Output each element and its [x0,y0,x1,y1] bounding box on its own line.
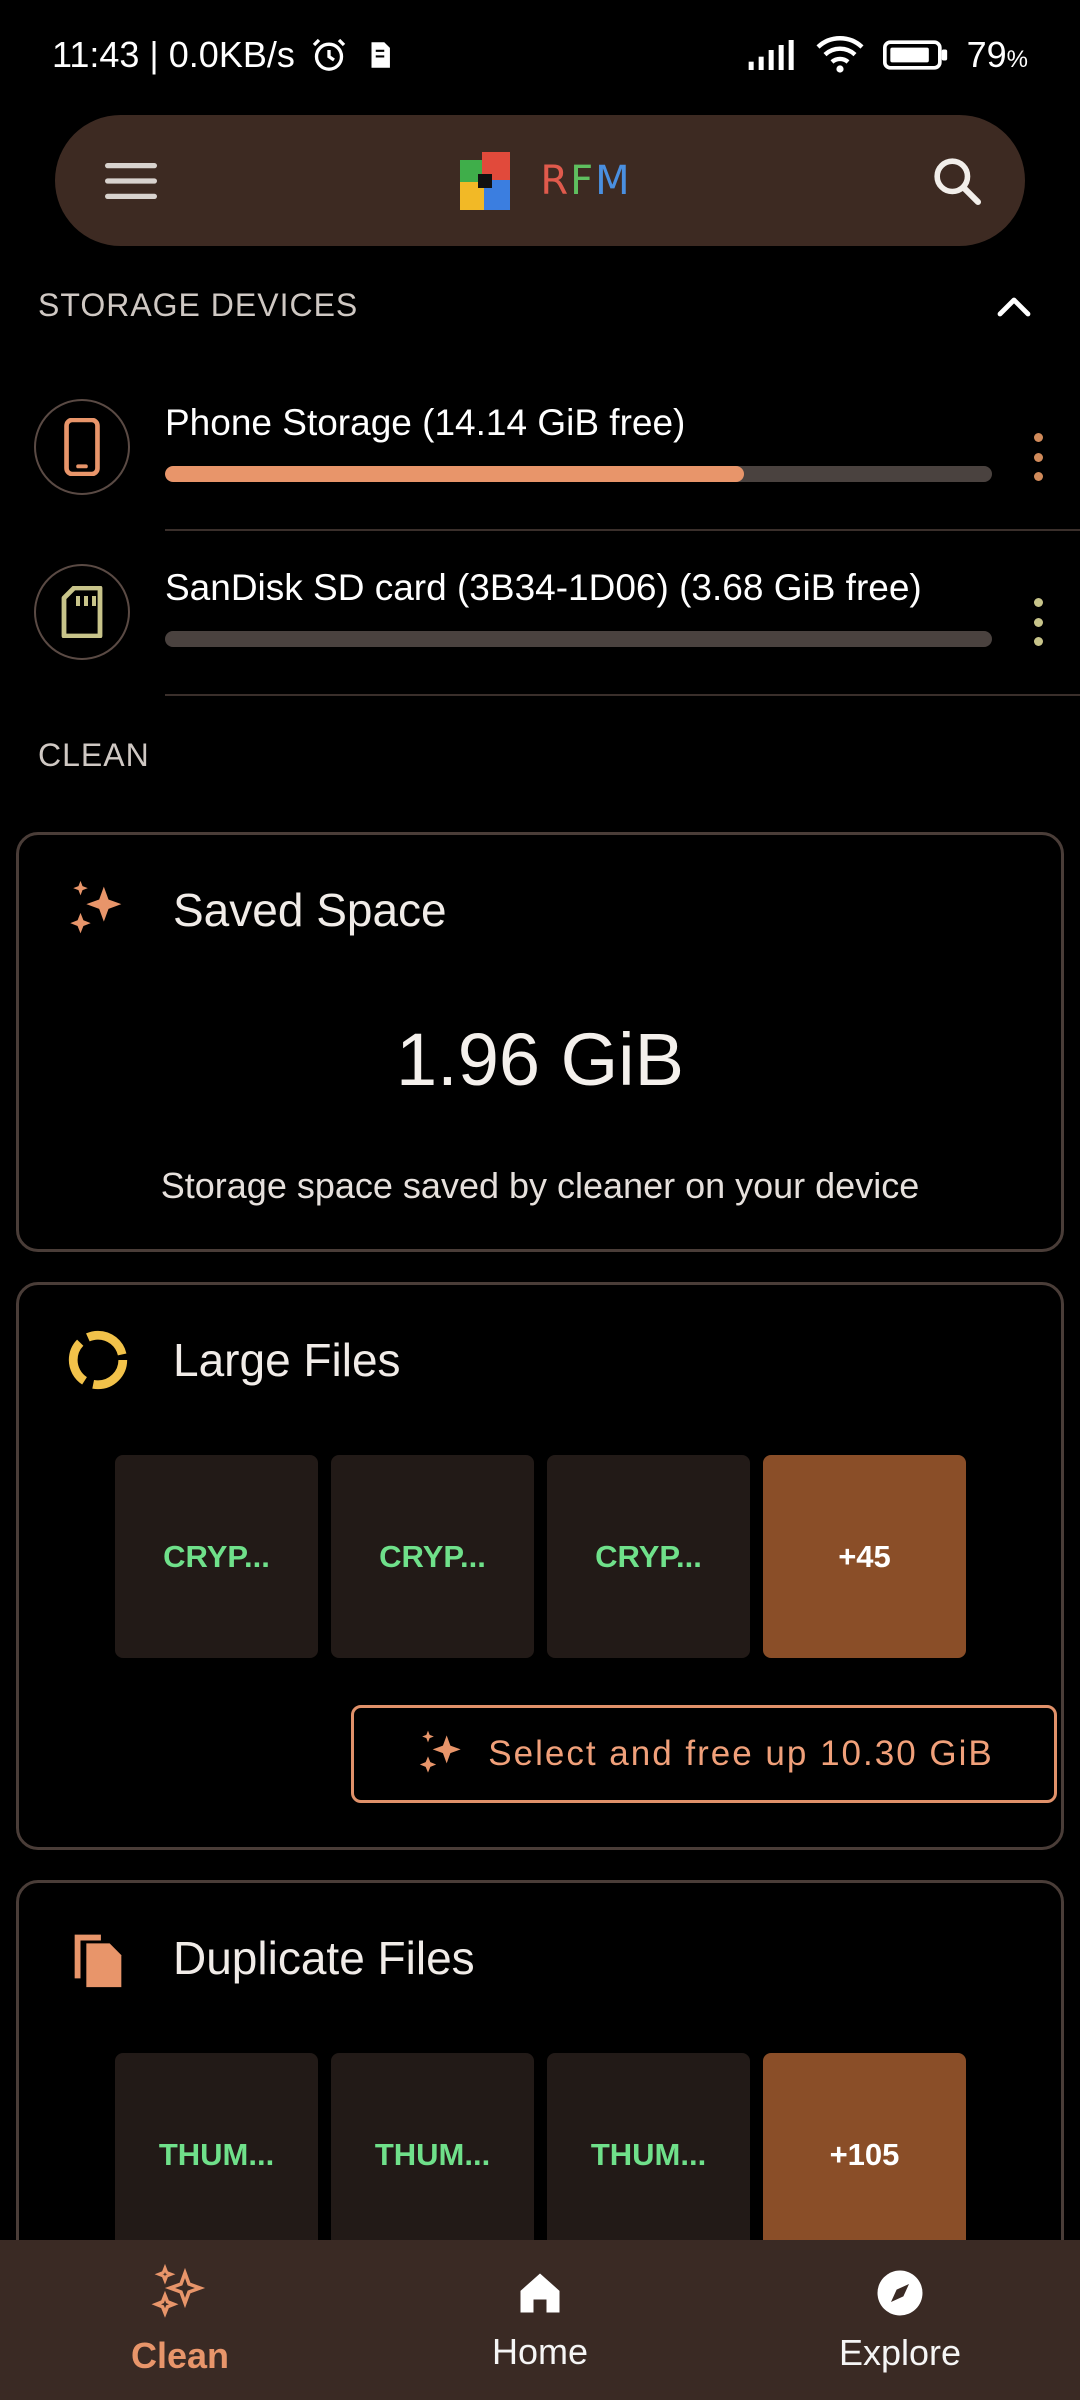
chevron-up-icon [996,294,1032,318]
wifi-icon [815,35,865,75]
file-tile[interactable]: THUM... [331,2053,534,2256]
battery-icon [882,38,949,72]
rfm-logo-icon [456,148,514,214]
nav-label: Explore [838,2332,962,2373]
app-logo: RFM [456,148,631,214]
hamburger-menu-icon[interactable] [103,159,159,203]
nav-label: Home [491,2331,589,2372]
duplicate-files-icon [63,1923,133,1993]
nav-item-clean[interactable]: Clean [0,2240,360,2400]
storage-device-phone[interactable]: Phone Storage (14.14 GiB free) [0,375,1080,525]
battery-level: 79% [966,34,1028,75]
file-notification-icon [363,38,397,72]
sparkles-icon [150,2263,210,2323]
large-files-card[interactable]: Large Files CRYP... CRYP... CRYP... +45 … [16,1282,1064,1850]
search-icon[interactable] [929,153,985,209]
home-icon [514,2267,566,2319]
storage-device-sd-card[interactable]: SanDisk SD card (3B34-1D06) (3.68 GiB fr… [0,540,1080,690]
app-name: RFM [540,157,632,204]
divider [165,529,1080,531]
storage-devices-header: STORAGE DEVICES [38,287,359,323]
large-files-ring-icon [63,1325,133,1395]
sparkles-icon [63,875,133,945]
file-tile[interactable]: THUM... [547,2053,750,2256]
nav-item-home[interactable]: Home [360,2240,720,2400]
storage-usage-bar [165,631,992,647]
alarm-icon [309,35,349,75]
more-options-icon[interactable] [1018,427,1058,487]
card-title: Saved Space [173,884,447,936]
file-tile[interactable]: THUM... [115,2053,318,2256]
more-files-tile[interactable]: +45 [763,1455,966,1658]
status-time-speed: 11:43 | 0.0KB/s [52,34,295,75]
storage-usage-fill [165,466,744,482]
compass-icon [873,2266,927,2320]
saved-space-card: Saved Space 1.96 GiB Storage space saved… [16,832,1064,1252]
more-files-tile[interactable]: +105 [763,2053,966,2256]
nav-label: Clean [130,2335,230,2376]
clean-header: CLEAN [38,737,150,773]
file-tile[interactable]: CRYP... [331,1455,534,1658]
device-title: Phone Storage (14.14 GiB free) [165,402,686,443]
card-title: Large Files [173,1334,401,1386]
sparkles-icon [414,1726,470,1782]
sd-card-icon [34,564,130,660]
duplicate-files-card[interactable]: Duplicate Files THUM... THUM... THUM... … [16,1880,1064,2300]
saved-space-value: 1.96 GiB [396,1018,684,1101]
storage-usage-bar [165,466,992,482]
divider [165,694,1080,696]
signal-icon [747,38,797,72]
file-tile[interactable]: CRYP... [115,1455,318,1658]
select-and-free-button[interactable]: Select and free up 10.30 GiB [351,1705,1057,1803]
nav-item-explore[interactable]: Explore [720,2240,1080,2400]
select-and-free-label: Select and free up 10.30 GiB [488,1734,994,1773]
phone-icon [34,399,130,495]
saved-space-description: Storage space saved by cleaner on your d… [160,1165,920,1206]
card-title: Duplicate Files [173,1932,475,1984]
collapse-storage-button[interactable] [984,286,1044,326]
status-bar: 11:43 | 0.0KB/s 79% [0,0,1080,110]
top-app-bar: RFM [55,115,1025,246]
bottom-navigation: Clean Home Explore [0,2240,1080,2400]
more-options-icon[interactable] [1018,592,1058,652]
device-title: SanDisk SD card (3B34-1D06) (3.68 GiB fr… [165,567,922,608]
file-tile[interactable]: CRYP... [547,1455,750,1658]
